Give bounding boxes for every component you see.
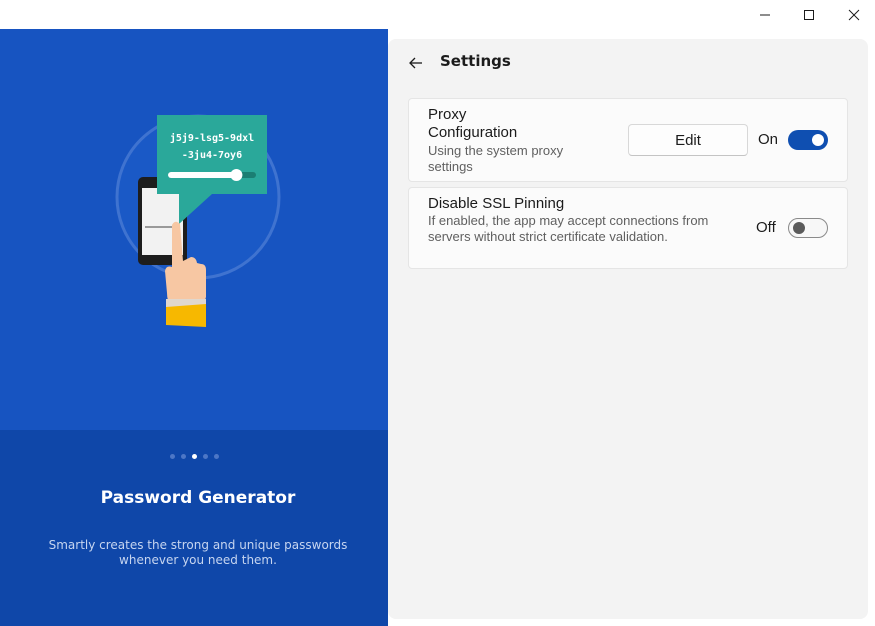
- proxy-description: Using the system proxy settings: [428, 143, 564, 174]
- maximize-icon: [804, 9, 814, 20]
- length-slider-knob: [230, 169, 243, 181]
- promo-pane: j5j9-lsg5-9dxl -3ju4-7oy6 Password Gener…: [0, 29, 388, 626]
- ssl-pinning-card: Disable SSL Pinning If enabled, the app …: [408, 187, 848, 269]
- pager-dot[interactable]: [213, 454, 219, 459]
- ssl-toggle[interactable]: [788, 218, 828, 238]
- back-button[interactable]: [404, 51, 428, 75]
- maximize-button[interactable]: [786, 0, 832, 29]
- pager-dot[interactable]: [169, 454, 175, 459]
- pager-dot[interactable]: [202, 454, 208, 459]
- ssl-description: If enabled, the app may accept connectio…: [428, 213, 709, 244]
- proxy-configuration-card: Proxy Configuration Using the system pro…: [408, 98, 848, 182]
- promo-caption-area: [0, 430, 388, 626]
- pager-dots: [0, 454, 388, 459]
- settings-title: Settings: [440, 52, 511, 70]
- toggle-knob: [793, 222, 805, 234]
- promo-description: Smartly creates the strong and unique pa…: [48, 538, 348, 567]
- toggle-knob: [812, 134, 824, 146]
- password-generator-illustration: j5j9-lsg5-9dxl -3ju4-7oy6: [115, 114, 281, 327]
- arrow-left-icon: [409, 57, 422, 69]
- close-button[interactable]: [831, 0, 875, 29]
- proxy-toggle[interactable]: [788, 130, 828, 150]
- promo-title: Password Generator: [100, 488, 296, 508]
- password-sample-line2: -3ju4-7oy6: [182, 149, 242, 161]
- proxy-toggle-label: On: [758, 131, 779, 148]
- ssl-title: Disable SSL Pinning: [428, 195, 565, 212]
- password-sample-line1: j5j9-lsg5-9dxl: [170, 132, 254, 144]
- minimize-button[interactable]: [742, 0, 788, 29]
- edit-proxy-button[interactable]: Edit: [628, 124, 748, 156]
- settings-panel: Settings Proxy Configuration Using the s…: [388, 39, 868, 619]
- length-slider-fill: [168, 172, 239, 178]
- ssl-toggle-label: Off: [756, 219, 776, 236]
- close-icon: [848, 9, 860, 20]
- title-bar: [0, 0, 875, 29]
- sleeve-cuff: [166, 304, 206, 327]
- pager-dot[interactable]: [191, 454, 197, 459]
- proxy-title: Proxy Configuration: [428, 106, 518, 141]
- minimize-icon: [760, 14, 770, 15]
- pager-dot[interactable]: [180, 454, 186, 459]
